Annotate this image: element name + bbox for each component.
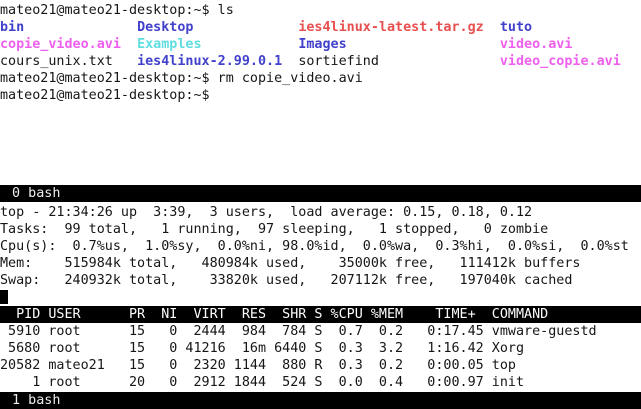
terminal-text bbox=[282, 54, 298, 69]
ls-output-line: copie_video.avi Examples Images video.av… bbox=[0, 36, 641, 53]
terminal-text: cours_unix.txt bbox=[0, 54, 113, 69]
terminal-text: 1 root 20 0 2912 1844 524 S 0.0 0.4 0:00… bbox=[0, 375, 524, 390]
caption-bar-label: 0 bash bbox=[4, 186, 60, 201]
terminal-text: mateo21@mateo21-desktop:~$ rm copie_vide… bbox=[0, 71, 363, 86]
terminal-text bbox=[194, 20, 299, 35]
screen-caption-bar-window-0: 0 bash bbox=[0, 185, 641, 202]
terminal-text bbox=[347, 37, 500, 52]
caption-bar-label: 1 bash bbox=[4, 393, 60, 408]
cursor-block bbox=[0, 290, 8, 304]
cursor-line bbox=[0, 289, 641, 306]
file-entry: ies4linux-2.99.0.1 bbox=[137, 54, 282, 69]
terminal-text: top - 21:34:26 up 3:39, 3 users, load av… bbox=[0, 205, 532, 220]
terminal-text: sortiefind bbox=[298, 54, 379, 69]
terminal-text bbox=[113, 54, 137, 69]
file-entry: ies4linux-latest.tar.gz bbox=[298, 20, 483, 35]
file-entry: Examples bbox=[137, 37, 202, 52]
terminal-text bbox=[121, 37, 137, 52]
terminal-text: Swap: 240932k total, 33820k used, 207112… bbox=[0, 273, 572, 288]
terminal-text: Tasks: 99 total, 1 running, 97 sleeping,… bbox=[0, 222, 548, 237]
top-summary-line: Tasks: 99 total, 1 running, 97 sleeping,… bbox=[0, 221, 641, 238]
file-entry: Desktop bbox=[137, 20, 193, 35]
top-summary-line: Mem: 515984k total, 480984k used, 35000k… bbox=[0, 255, 641, 272]
terminal-text: 20582 mateo21 15 0 2320 1144 880 R 0.3 0… bbox=[0, 358, 516, 373]
prompt-line: mateo21@mateo21-desktop:~$ ls bbox=[0, 2, 641, 19]
process-row: 1 root 20 0 2912 1844 524 S 0.0 0.4 0:00… bbox=[0, 374, 641, 391]
file-entry: tuto bbox=[500, 20, 532, 35]
file-entry: bin bbox=[0, 20, 24, 35]
terminal: mateo21@mateo21-desktop:~$ lsbin Desktop… bbox=[0, 0, 641, 409]
terminal-text bbox=[379, 54, 500, 69]
terminal-text: mateo21@mateo21-desktop:~$ bbox=[0, 88, 210, 103]
terminal-text: Cpu(s): 0.7%us, 1.0%sy, 0.0%ni, 98.0%id,… bbox=[0, 239, 629, 254]
terminal-text: 5680 root 15 0 41216 16m 6440 S 0.3 3.2 … bbox=[0, 341, 524, 356]
terminal-text bbox=[484, 20, 500, 35]
file-entry: video.avi bbox=[500, 37, 573, 52]
process-row: 5680 root 15 0 41216 16m 6440 S 0.3 3.2 … bbox=[0, 340, 641, 357]
process-row: 5910 root 15 0 2444 984 784 S 0.7 0.2 0:… bbox=[0, 323, 641, 340]
file-entry: copie_video.avi bbox=[0, 37, 121, 52]
process-row: 20582 mateo21 15 0 2320 1144 880 R 0.3 0… bbox=[0, 357, 641, 374]
prompt-line: mateo21@mateo21-desktop:~$ bbox=[0, 87, 641, 104]
terminal-window-1-top[interactable]: top - 21:34:26 up 3:39, 3 users, load av… bbox=[0, 202, 641, 392]
screen-caption-bar-window-1: 1 bash bbox=[0, 392, 641, 409]
top-summary-line: top - 21:34:26 up 3:39, 3 users, load av… bbox=[0, 204, 641, 221]
terminal-text bbox=[24, 20, 137, 35]
process-table-header: PID USER PR NI VIRT RES SHR S %CPU %MEM … bbox=[0, 306, 641, 323]
terminal-window-0-bash[interactable]: mateo21@mateo21-desktop:~$ lsbin Desktop… bbox=[0, 0, 641, 185]
top-summary-line: Swap: 240932k total, 33820k used, 207112… bbox=[0, 272, 641, 289]
ls-output-line: cours_unix.txt ies4linux-2.99.0.1 sortie… bbox=[0, 53, 641, 70]
terminal-text: PID USER PR NI VIRT RES SHR S %CPU %MEM … bbox=[0, 307, 548, 322]
terminal-text: 5910 root 15 0 2444 984 784 S 0.7 0.2 0:… bbox=[0, 324, 597, 339]
terminal-text: Mem: 515984k total, 480984k used, 35000k… bbox=[0, 256, 580, 271]
top-summary-line: Cpu(s): 0.7%us, 1.0%sy, 0.0%ni, 98.0%id,… bbox=[0, 238, 641, 255]
terminal-text bbox=[202, 37, 299, 52]
terminal-text: mateo21@mateo21-desktop:~$ ls bbox=[0, 3, 234, 18]
file-entry: video_copie.avi bbox=[500, 54, 621, 69]
file-entry: Images bbox=[298, 37, 346, 52]
ls-output-line: bin Desktop ies4linux-latest.tar.gz tuto bbox=[0, 19, 641, 36]
prompt-line: mateo21@mateo21-desktop:~$ rm copie_vide… bbox=[0, 70, 641, 87]
